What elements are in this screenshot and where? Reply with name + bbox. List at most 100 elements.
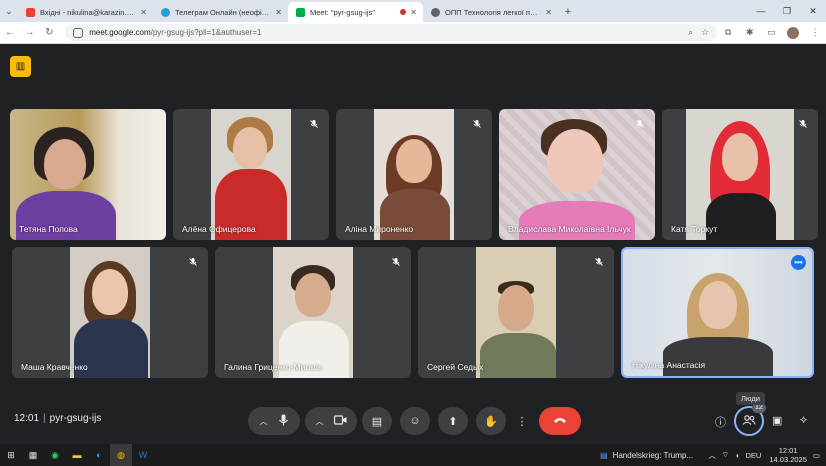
people-tooltip: Люди (736, 392, 765, 405)
zoom-icon[interactable]: ⌕ (688, 27, 693, 38)
windows-start-icon[interactable]: ⊞ (0, 444, 22, 466)
back-icon[interactable]: ← (0, 27, 20, 38)
meeting-info: 12:01 | pyr-gsug-ijs (14, 413, 102, 424)
mic-off-icon (307, 117, 321, 131)
browser-tab-strip: ⌄ Вхідні - nikulina@karazin.ua - ... ✕ Т… (0, 0, 826, 22)
tab-title: Meet: "pyr-gsug-ijs" (310, 7, 375, 17)
whatsapp-icon[interactable]: ◉ (44, 444, 66, 466)
chat-icon[interactable]: ▣ (772, 414, 782, 427)
meeting-details-icon[interactable]: ⓘ (715, 414, 726, 430)
participant-name: Алёна Офицерова (182, 224, 256, 234)
participant-tile[interactable]: Галина Гриценко-Мигаль (215, 247, 411, 378)
participant-name: Нікуліна Анастасія (632, 360, 706, 370)
browser-tab[interactable]: Телеграм Онлайн (неофіційн... ✕ (153, 2, 288, 22)
input-language[interactable]: DEU (746, 451, 762, 460)
file-explorer-icon[interactable]: ▬ (66, 444, 88, 466)
site-icon (431, 7, 440, 17)
browser-tab[interactable]: ОПП Технологія легкої промис... ✕ (423, 2, 558, 22)
news-icon: ▤ (600, 450, 608, 460)
news-headline: Handelskrieg: Trump... (612, 450, 694, 460)
participant-tile-self[interactable]: ••• Нікуліна Анастасія (621, 247, 814, 378)
more-options-icon[interactable]: ••• (791, 255, 806, 270)
chevron-up-icon[interactable]: ︿ (260, 416, 268, 427)
participant-name: Катя Торкут (671, 224, 718, 234)
microphone-icon (278, 414, 289, 429)
tab-title: ОПП Технологія легкої промис... (445, 7, 541, 17)
participant-tile[interactable]: Катя Торкут (662, 109, 818, 240)
bookmark-star-icon[interactable]: ☆ (701, 27, 709, 38)
leave-call-button[interactable] (539, 407, 581, 435)
people-icon (742, 414, 756, 428)
recording-dot-icon (400, 9, 407, 15)
captions-icon: ▤ (371, 415, 383, 428)
participant-name: Сергей Седых (427, 362, 484, 372)
tab-search-icon[interactable]: ⌄ (0, 0, 18, 22)
participant-tile[interactable]: Тетяна Попова (10, 109, 166, 240)
tab-title: Вхідні - nikulina@karazin.ua - ... (40, 7, 136, 17)
reactions-button[interactable]: ☺ (400, 407, 430, 435)
close-tab-icon[interactable]: ✕ (275, 8, 282, 17)
close-window-icon[interactable]: ✕ (800, 0, 826, 22)
browser-tab-active[interactable]: Meet: "pyr-gsug-ijs" ✕ (288, 2, 423, 22)
restore-icon[interactable]: ❐ (774, 0, 800, 22)
participant-name: Тетяна Попова (19, 224, 78, 234)
menu-kebab-icon[interactable]: ⋮ (804, 27, 826, 38)
mic-button[interactable]: ︿ (248, 407, 300, 435)
network-icon[interactable]: ⌔ (722, 450, 729, 460)
participant-tile[interactable]: Владислава Миколаївна Ільчук (499, 109, 655, 240)
activities-icon[interactable]: ⟡ (800, 414, 807, 427)
forward-icon[interactable]: → (20, 27, 40, 38)
taskbar-date: 14.03.2025 (769, 455, 807, 464)
camera-button[interactable]: ︿ (305, 407, 357, 435)
camera-icon (333, 414, 347, 428)
more-vert-icon: ⋮ (516, 415, 528, 428)
participant-tile[interactable]: Аліна Мироненко (336, 109, 492, 240)
meeting-code: pyr-gsug-ijs (49, 413, 102, 424)
word-icon[interactable]: W (132, 444, 154, 466)
more-options-button[interactable]: ⋮ (514, 407, 530, 435)
participant-tile[interactable]: Алёна Офицерова (173, 109, 329, 240)
site-info-icon[interactable] (73, 27, 84, 38)
participant-name: Галина Гриценко-Мигаль (224, 362, 323, 372)
meet-stage: ▥ Тетяна Попова Алёна Офицерова Аліна Ми… (0, 44, 826, 444)
clock[interactable]: 12:01 14.03.2025 (769, 446, 807, 464)
raise-hand-button[interactable]: ✋ (476, 407, 506, 435)
present-button[interactable]: ⬆ (438, 407, 468, 435)
system-tray: ︿ ⌔ ◖ DEU 12:01 14.03.2025 ▭ (708, 444, 820, 466)
windows-taskbar: ⊞ ▦ ◉ ▬ ◐ ◍ W ▤ Handelskrieg: Trump... ︿… (0, 444, 826, 466)
task-view-icon[interactable]: ▦ (22, 444, 44, 466)
close-tab-icon[interactable]: ✕ (410, 8, 417, 17)
mic-off-icon (186, 255, 200, 269)
notifications-icon[interactable]: ▭ (813, 451, 820, 460)
participant-name: Маша Кравченко (21, 362, 88, 372)
meet-icon (296, 7, 305, 17)
mic-off-icon (633, 117, 647, 131)
meeting-host-badge-icon[interactable]: ▥ (10, 56, 31, 77)
close-tab-icon[interactable]: ✕ (545, 8, 552, 17)
minimize-icon[interactable]: — (748, 0, 774, 22)
news-widget[interactable]: ▤ Handelskrieg: Trump... (600, 444, 693, 466)
chrome-icon[interactable]: ◍ (110, 444, 132, 466)
tab-title: Телеграм Онлайн (неофіційн... (175, 7, 272, 17)
reload-icon[interactable]: ↻ (40, 27, 60, 38)
captions-button[interactable]: ▤ (362, 407, 392, 435)
new-tab-icon[interactable]: + (558, 2, 578, 22)
mic-off-icon (796, 117, 810, 131)
show-hidden-icons-icon[interactable]: ︿ (708, 450, 716, 461)
profile-avatar[interactable] (787, 26, 800, 39)
participant-tile[interactable]: Сергей Седых (418, 247, 614, 378)
url-input[interactable]: meet.google.com /pyr-gsug-ijs?pli=1&auth… (65, 24, 718, 41)
mic-off-icon (592, 255, 606, 269)
close-tab-icon[interactable]: ✕ (140, 8, 147, 17)
browser-tab[interactable]: Вхідні - nikulina@karazin.ua - ... ✕ (18, 2, 153, 22)
participant-name: Аліна Мироненко (345, 224, 414, 234)
volume-icon[interactable]: ◖ (735, 451, 740, 460)
participant-tile[interactable]: Маша Кравченко (12, 247, 208, 378)
chevron-up-icon[interactable]: ︿ (316, 416, 324, 427)
sidebar-icon[interactable]: ▭ (761, 27, 783, 38)
translate-icon[interactable]: ⧉ (717, 27, 739, 38)
window-controls: — ❐ ✕ (748, 0, 826, 22)
edge-icon[interactable]: ◐ (88, 444, 110, 466)
present-screen-icon: ⬆ (448, 415, 458, 428)
extensions-icon[interactable]: ✱ (739, 27, 761, 38)
